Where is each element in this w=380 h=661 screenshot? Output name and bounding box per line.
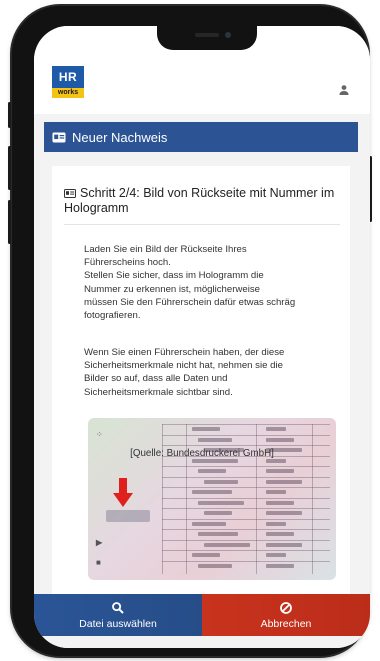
- license-cell-text: [204, 511, 232, 515]
- user-icon[interactable]: [338, 84, 350, 96]
- front-camera: [225, 32, 231, 38]
- cancel-icon: [280, 601, 292, 614]
- license-row-line: [162, 476, 330, 478]
- license-symbol-2: ■: [96, 558, 101, 567]
- section-title: Neuer Nachweis: [72, 129, 168, 145]
- license-cell-text: [266, 553, 286, 557]
- hologram-number: [106, 510, 150, 522]
- license-cell-text: [192, 521, 226, 526]
- step-title-text: Schritt 2/4: Bild von Rückseite mit Numm…: [64, 186, 335, 215]
- license-row-line: [162, 424, 330, 425]
- license-row-line: [162, 497, 330, 499]
- license-cell-text: [266, 490, 286, 494]
- license-col-line: [186, 424, 187, 574]
- license-row-line: [162, 445, 330, 446]
- logo-bottom: works: [52, 88, 84, 98]
- phone-screen: HR works Neuer Nachweis Schritt 2/4: Bil…: [34, 26, 370, 648]
- license-cell-text: [192, 490, 232, 494]
- license-cell-text: [198, 532, 238, 536]
- license-row-line: [162, 529, 330, 530]
- logo-top: HR: [52, 66, 84, 88]
- license-cell-text: [192, 427, 220, 431]
- license-cell-text: [266, 563, 294, 568]
- red-arrow-icon: [113, 478, 133, 507]
- license-row-line: [162, 466, 330, 467]
- volume-down-button: [8, 200, 11, 244]
- license-symbol: ▶: [96, 538, 103, 547]
- license-col-line: [256, 424, 257, 574]
- step-title: Schritt 2/4: Bild von Rückseite mit Numm…: [64, 186, 340, 216]
- cancel-button[interactable]: Abbrechen: [202, 594, 370, 636]
- id-card-icon: [64, 189, 76, 198]
- license-cell-text: [204, 479, 238, 484]
- license-cell-text: [266, 521, 286, 526]
- license-cell-text: [266, 479, 302, 484]
- license-cell-text: [266, 437, 294, 442]
- step-card: Schritt 2/4: Bild von Rückseite mit Numm…: [52, 166, 350, 596]
- volume-up-button: [8, 146, 11, 190]
- instruction-paragraph-1: Laden Sie ein Bild der Rückseite Ihres F…: [84, 244, 296, 322]
- license-cell-text: [198, 469, 226, 473]
- license-cell-text: [266, 511, 302, 515]
- speaker: [195, 33, 219, 37]
- license-col-line: [162, 424, 163, 574]
- bottom-action-bar: Datei auswählen Abbrechen: [34, 594, 370, 636]
- select-file-label: Datei auswählen: [79, 617, 157, 630]
- instruction-paragraph-2: Wenn Sie einen Führerschein haben, der d…: [84, 347, 285, 398]
- image-caption: [Quelle: Bundesdruckerei GmbH]: [130, 448, 274, 459]
- notch: [157, 26, 257, 50]
- license-cell-text: [198, 500, 244, 505]
- license-cell-text: [266, 532, 294, 536]
- license-data-table: [162, 424, 330, 574]
- cancel-label: Abbrechen: [260, 617, 312, 630]
- license-row-line: [162, 508, 330, 509]
- hrworks-logo[interactable]: HR works: [52, 66, 84, 98]
- license-cell-text: [266, 469, 294, 473]
- license-row-line: [162, 539, 330, 541]
- license-col-line: [312, 424, 313, 574]
- license-cell-text: [192, 553, 220, 557]
- search-icon: [112, 601, 124, 614]
- license-row-line: [162, 487, 330, 488]
- license-cell-text: [266, 427, 286, 431]
- license-cell-text: [266, 458, 286, 463]
- home-indicator-area: [34, 636, 370, 648]
- license-row-line: [162, 434, 330, 436]
- license-cell-text: [266, 500, 294, 505]
- id-card-icon: [52, 132, 66, 142]
- license-cell-text: [204, 542, 250, 547]
- select-file-button[interactable]: Datei auswählen: [34, 594, 202, 636]
- license-cell-text: [198, 437, 232, 442]
- divider: [64, 224, 340, 225]
- license-row-line: [162, 560, 330, 562]
- license-cell-text: [266, 542, 302, 547]
- license-cell-text: [198, 563, 232, 568]
- license-row-line: [162, 518, 330, 520]
- license-cell-text: [192, 458, 238, 463]
- license-back-image: ⁘ ▶ ■: [88, 418, 336, 580]
- mute-switch: [8, 102, 11, 128]
- license-row-line: [162, 550, 330, 551]
- section-header: Neuer Nachweis: [44, 122, 358, 152]
- license-mark: ⁘: [96, 430, 103, 439]
